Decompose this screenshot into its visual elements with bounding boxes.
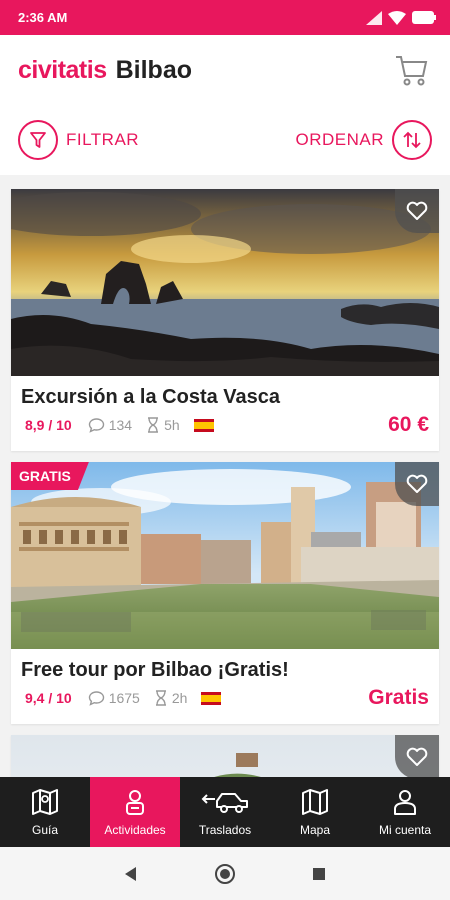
- free-badge: GRATIS: [11, 462, 89, 490]
- filter-sort-bar: FILTRAR ORDENAR: [0, 105, 450, 175]
- filter-label: FILTRAR: [66, 130, 140, 149]
- activity-price: Gratis: [368, 686, 429, 709]
- sort-label: ORDENAR: [295, 130, 384, 149]
- activity-card[interactable]: GRATIS Free tour por Bilbao ¡Gratis! 9,4…: [11, 462, 439, 724]
- tab-guia[interactable]: Guía: [0, 777, 90, 847]
- activity-meta: 8,9 / 10 134 5h: [21, 417, 429, 433]
- app-header: civitatis Bilbao: [0, 35, 450, 105]
- hourglass-icon: [148, 417, 159, 433]
- status-time: 2:36 AM: [18, 10, 68, 25]
- car-icon: [201, 793, 248, 813]
- filter-icon-circle: [18, 120, 58, 160]
- map-book-icon: [32, 789, 58, 815]
- battery-icon: [412, 11, 436, 24]
- activity-details: Free tour por Bilbao ¡Gratis! 9,4 / 10 1…: [11, 649, 439, 724]
- duration: 2h: [154, 690, 188, 706]
- review-count: 134: [108, 417, 133, 433]
- system-nav-bar: [0, 847, 450, 900]
- reviews: 1675: [88, 690, 140, 706]
- wifi-icon: [388, 10, 406, 25]
- rating: 9,4 / 10: [25, 690, 72, 706]
- heart-icon: [406, 474, 428, 493]
- sort-arrows-icon: [403, 131, 421, 149]
- favorite-button[interactable]: [395, 462, 439, 506]
- rating: 8,9 / 10: [25, 417, 72, 433]
- recents-icon[interactable]: [311, 866, 327, 882]
- tab-mapa[interactable]: Mapa: [270, 777, 360, 847]
- favorite-button[interactable]: [395, 735, 439, 777]
- activity-card[interactable]: [11, 735, 439, 777]
- account-icon: [394, 790, 416, 815]
- activity-image: [11, 189, 439, 376]
- duration-value: 5h: [164, 417, 180, 433]
- sort-icon-circle: [392, 120, 432, 160]
- tab-actividades[interactable]: Actividades: [90, 777, 180, 847]
- person-icon: [126, 790, 144, 815]
- funnel-icon: [30, 132, 46, 148]
- cart-button[interactable]: [392, 50, 432, 90]
- activity-title: Excursión a la Costa Vasca: [21, 386, 281, 408]
- tab-label: Guía: [31, 823, 58, 837]
- page-title: Bilbao: [115, 55, 193, 84]
- activity-image: GRATIS: [11, 462, 439, 649]
- tab-label: Mapa: [299, 823, 331, 837]
- duration-value: 2h: [171, 690, 188, 706]
- heart-icon: [406, 747, 428, 766]
- tab-label: Traslados: [198, 823, 252, 837]
- heart-icon: [406, 201, 428, 220]
- status-icons: [366, 10, 436, 25]
- cart-icon: [396, 56, 428, 86]
- activity-card[interactable]: Excursión a la Costa Vasca 8,9 / 10 134 …: [11, 189, 439, 451]
- brand-logo: civitatis: [18, 55, 107, 84]
- activity-price: 60 €: [388, 413, 429, 436]
- spanish-flag-icon: [193, 418, 214, 432]
- tab-mi-cuenta[interactable]: Mi cuenta: [360, 777, 450, 847]
- spanish-flag-icon: [201, 691, 222, 705]
- comment-icon: [88, 418, 104, 433]
- back-icon[interactable]: [123, 866, 139, 882]
- activity-list[interactable]: Excursión a la Costa Vasca 8,9 / 10 134 …: [0, 175, 450, 777]
- filter-button[interactable]: FILTRAR: [18, 120, 139, 160]
- reviews: 134: [88, 417, 132, 433]
- activity-title: Free tour por Bilbao ¡Gratis!: [21, 659, 289, 681]
- review-count: 1675: [108, 690, 140, 706]
- hourglass-icon: [155, 690, 166, 706]
- tab-label: Actividades: [104, 823, 166, 837]
- activity-details: Excursión a la Costa Vasca 8,9 / 10 134 …: [11, 376, 439, 451]
- signal-icon: [366, 10, 382, 25]
- favorite-button[interactable]: [395, 189, 439, 233]
- map-icon: [302, 789, 328, 815]
- comment-icon: [88, 691, 104, 706]
- home-icon[interactable]: [214, 863, 236, 885]
- bottom-tab-bar: Guía Actividades Traslados Mapa Mi cuent…: [0, 777, 450, 847]
- tab-traslados[interactable]: Traslados: [180, 777, 270, 847]
- status-bar: 2:36 AM: [0, 0, 450, 35]
- sort-button[interactable]: ORDENAR: [295, 120, 432, 160]
- tab-label: Mi cuenta: [378, 823, 432, 837]
- duration: 5h: [146, 417, 180, 433]
- activity-image: [11, 735, 439, 777]
